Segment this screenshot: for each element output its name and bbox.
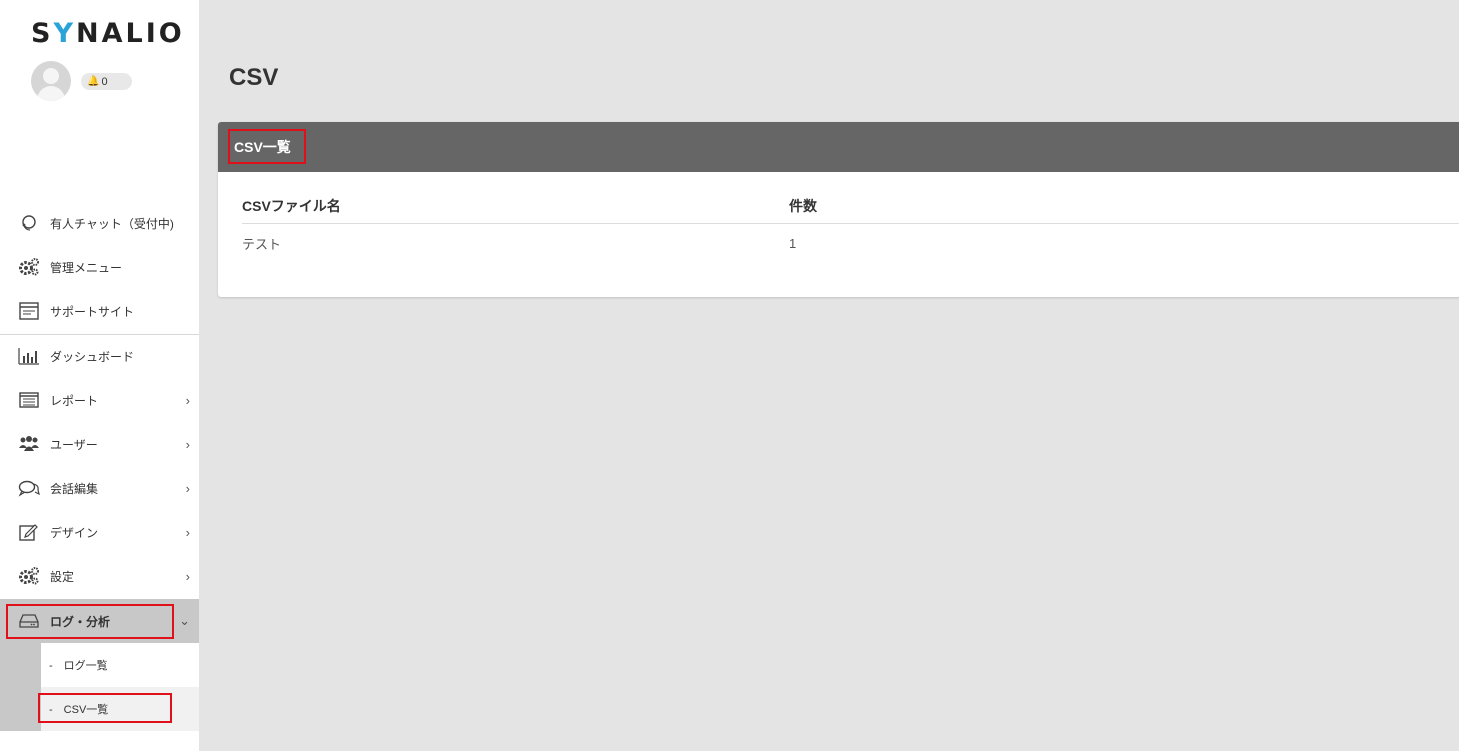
sidebar-subitem-csv-list[interactable]: - CSV一覧 — [41, 687, 199, 731]
chevron-right-icon: › — [185, 392, 190, 408]
edit-icon — [18, 521, 40, 543]
browser-window-icon — [18, 300, 40, 322]
sidebar-item-support-site[interactable]: サポートサイト — [0, 289, 199, 333]
cell-filename[interactable]: テスト — [242, 234, 789, 253]
sidebar-item-admin-menu[interactable]: 管理メニュー — [0, 245, 199, 289]
headset-icon — [18, 212, 40, 234]
column-header-filename: CSVファイル名 — [242, 197, 341, 214]
chevron-right-icon: › — [185, 524, 190, 540]
sidebar-subitem-label: - CSV一覧 — [49, 704, 109, 716]
submenu-indent — [0, 643, 41, 731]
cell-count: 1 — [789, 235, 797, 251]
sidebar-item-label: サポートサイト — [50, 304, 135, 319]
drive-icon — [18, 610, 40, 632]
sidebar-item-label: 会話編集 — [50, 481, 99, 496]
synalio-logo[interactable]: SYNALIO — [31, 18, 185, 49]
sidebar-item-users[interactable]: ユーザー › — [0, 422, 199, 466]
sidebar-item-conversation-edit[interactable]: 会話編集 › — [0, 466, 199, 510]
csv-list-card: CSV一覧 CSVファイル名 件数 テスト 1 — [218, 122, 1459, 297]
sidebar-item-dashboard[interactable]: ダッシュボード — [0, 334, 199, 378]
csv-table: CSVファイル名 件数 テスト 1 — [242, 188, 1459, 262]
sidebar-item-manned-chat[interactable]: 有人チャット（受付中) — [0, 201, 199, 245]
sidebar-item-settings[interactable]: 設定 › — [0, 554, 199, 598]
notification-badge[interactable]: 🔔 0 — [81, 73, 132, 90]
users-icon — [18, 433, 40, 455]
sidebar-subitem-log-list[interactable]: - ログ一覧 — [41, 643, 199, 687]
chevron-down-icon: ⌄ — [179, 613, 190, 628]
sidebar-item-label: 設定 — [50, 569, 75, 584]
gears-icon — [18, 565, 40, 587]
column-header-count: 件数 — [789, 197, 817, 214]
card-title: CSV一覧 — [234, 139, 291, 155]
table-header: CSVファイル名 件数 — [242, 188, 1459, 224]
sidebar-item-log-analysis[interactable]: ログ・分析 ⌄ — [0, 599, 199, 643]
chevron-right-icon: › — [185, 480, 190, 496]
notification-count: 0 — [101, 75, 108, 88]
sidebar-item-label: デザイン — [50, 525, 99, 540]
sidebar: SYNALIO 🔔 0 有人チャット（受付中) 管理メニュー サポートサイト ダ… — [0, 0, 199, 751]
list-window-icon — [18, 389, 40, 411]
page-title: CSV — [229, 64, 279, 91]
sidebar-subitem-label: - ログ一覧 — [49, 660, 108, 672]
bell-icon: 🔔 — [87, 76, 100, 87]
sidebar-item-label: 有人チャット（受付中) — [50, 216, 174, 231]
sidebar-item-label: ダッシュボード — [50, 349, 135, 364]
gears-icon — [18, 256, 40, 278]
card-header: CSV一覧 — [218, 122, 1459, 172]
chevron-right-icon: › — [185, 568, 190, 584]
chevron-right-icon: › — [185, 436, 190, 452]
sidebar-item-label: ログ・分析 — [50, 614, 111, 629]
table-row[interactable]: テスト 1 — [242, 224, 1459, 262]
sidebar-item-label: レポート — [50, 393, 99, 408]
sidebar-item-label: 管理メニュー — [50, 260, 123, 275]
sidebar-item-label: ユーザー — [50, 437, 98, 452]
avatar[interactable] — [31, 61, 71, 101]
bar-chart-icon — [18, 345, 40, 367]
chat-bubbles-icon — [18, 477, 40, 499]
sidebar-item-design[interactable]: デザイン › — [0, 510, 199, 554]
sidebar-item-report[interactable]: レポート › — [0, 378, 199, 422]
